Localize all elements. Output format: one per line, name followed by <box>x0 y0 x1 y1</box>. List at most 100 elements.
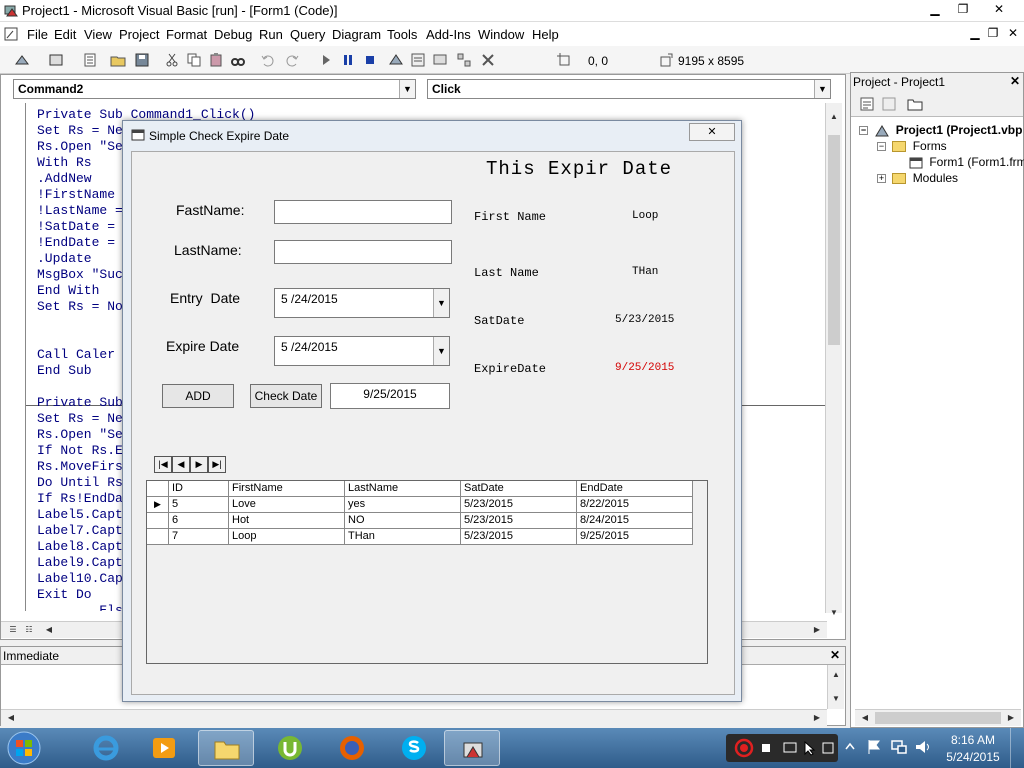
grid-cell[interactable]: Love <box>229 497 345 513</box>
next-record-icon[interactable]: ▶ <box>190 456 208 473</box>
menu-run[interactable]: Run <box>259 27 283 42</box>
object-combo[interactable]: Command2 ▼ <box>13 79 416 99</box>
menu-query[interactable]: Query <box>290 27 325 42</box>
grid-cell[interactable]: 5/23/2015 <box>461 529 577 545</box>
first-record-icon[interactable]: |◀ <box>154 456 172 473</box>
menu-help[interactable]: Help <box>532 27 559 42</box>
scroll-down-arrow-icon[interactable]: ▼ <box>826 605 842 621</box>
object-browser-icon[interactable] <box>456 52 472 68</box>
data-grid[interactable]: ID FirstName LastName SatDate EndDate ▶ … <box>146 480 708 664</box>
row-selector[interactable] <box>147 529 169 545</box>
scroll-thumb[interactable] <box>875 712 1001 724</box>
grid-cell[interactable]: Hot <box>229 513 345 529</box>
chevron-down-icon[interactable]: ▼ <box>433 289 449 317</box>
scroll-right-arrow-icon[interactable]: ▶ <box>809 622 825 638</box>
scroll-left-arrow-icon[interactable]: ◀ <box>41 622 57 638</box>
form-close-button[interactable]: ✕ <box>689 123 735 141</box>
scroll-right-arrow-icon[interactable]: ▶ <box>809 710 825 726</box>
grid-cell[interactable]: yes <box>345 497 461 513</box>
add-form-icon[interactable] <box>48 52 64 68</box>
grid-cell[interactable]: 9/25/2015 <box>577 529 693 545</box>
grid-cell[interactable]: 5 <box>169 497 229 513</box>
tree-item-project[interactable]: − Project1 (Project1.vbp <box>859 123 1022 138</box>
break-icon[interactable] <box>340 52 356 68</box>
paste-icon[interactable] <box>208 52 224 68</box>
grid-header-lastname[interactable]: LastName <box>345 481 461 497</box>
scroll-up-arrow-icon[interactable]: ▲ <box>826 109 842 125</box>
save-project-icon[interactable] <box>134 52 150 68</box>
view-object-icon[interactable] <box>881 96 897 112</box>
tree-item-form1[interactable]: Form1 (Form1.frm) <box>909 155 1024 169</box>
immediate-vertical-scrollbar[interactable]: ▲ ▼ <box>827 665 844 709</box>
expand-icon[interactable]: + <box>877 174 886 184</box>
redo-icon[interactable] <box>284 52 300 68</box>
menu-editor-icon[interactable] <box>82 52 98 68</box>
grid-header-enddate[interactable]: EndDate <box>577 481 693 497</box>
expire-date-picker[interactable]: 5 /24/2015 ▼ <box>274 336 450 366</box>
window-mode-icon[interactable] <box>820 740 836 756</box>
add-button[interactable]: ADD <box>162 384 234 408</box>
screen-icon[interactable] <box>782 740 798 756</box>
collapse-icon[interactable]: − <box>877 142 886 152</box>
chevron-down-icon[interactable]: ▼ <box>399 80 415 98</box>
menu-debug[interactable]: Debug <box>214 27 252 42</box>
toolbox-icon[interactable] <box>480 52 496 68</box>
chevron-down-icon[interactable]: ▼ <box>433 337 449 365</box>
stop-icon[interactable] <box>758 740 774 756</box>
find-icon[interactable] <box>230 52 246 68</box>
menu-view[interactable]: View <box>84 27 112 42</box>
undo-icon[interactable] <box>260 52 276 68</box>
add-project-icon[interactable] <box>14 52 30 68</box>
grid-cell[interactable]: THan <box>345 529 461 545</box>
grid-cell[interactable]: 7 <box>169 529 229 545</box>
grid-header-id[interactable]: ID <box>169 481 229 497</box>
current-row-indicator-icon[interactable]: ▶ <box>147 497 169 513</box>
scroll-up-arrow-icon[interactable]: ▲ <box>828 667 844 683</box>
tree-item-forms[interactable]: − Forms <box>877 139 947 153</box>
view-code-icon[interactable] <box>859 96 875 112</box>
grid-cell[interactable]: 6 <box>169 513 229 529</box>
cut-icon[interactable] <box>164 52 180 68</box>
mdi-close-button[interactable]: ✕ <box>1004 24 1022 44</box>
grid-cell[interactable]: 5/23/2015 <box>461 497 577 513</box>
start-button-icon[interactable] <box>4 730 44 766</box>
show-hidden-icons-icon[interactable] <box>844 740 856 754</box>
form-layout-icon[interactable] <box>432 52 448 68</box>
chevron-down-icon[interactable]: ▼ <box>814 80 830 98</box>
last-record-icon[interactable]: ▶| <box>208 456 226 473</box>
menu-diagram[interactable]: Diagram <box>332 27 381 42</box>
check-date-button[interactable]: Check Date <box>250 384 322 408</box>
scroll-left-arrow-icon[interactable]: ◀ <box>857 710 873 726</box>
network-icon[interactable] <box>890 738 908 756</box>
close-icon[interactable]: ✕ <box>827 648 843 664</box>
scroll-right-arrow-icon[interactable]: ▶ <box>1003 710 1019 726</box>
menu-format[interactable]: Format <box>166 27 207 42</box>
result-date-field[interactable]: 9/25/2015 <box>330 383 450 409</box>
volume-icon[interactable] <box>914 738 932 756</box>
menu-tools[interactable]: Tools <box>387 27 417 42</box>
procedure-combo[interactable]: Click ▼ <box>427 79 831 99</box>
taskbar-ie[interactable] <box>78 730 134 766</box>
grid-cell[interactable]: Loop <box>229 529 345 545</box>
menu-window[interactable]: Window <box>478 27 524 42</box>
grid-cell[interactable]: 8/24/2015 <box>577 513 693 529</box>
grid-cell[interactable]: 8/22/2015 <box>577 497 693 513</box>
pointer-icon[interactable] <box>802 740 818 756</box>
row-selector[interactable] <box>147 513 169 529</box>
clock-date[interactable]: 5/24/2015 <box>944 750 1002 764</box>
scroll-left-arrow-icon[interactable]: ◀ <box>3 710 19 726</box>
grid-header-satdate[interactable]: SatDate <box>461 481 577 497</box>
full-module-view-icon[interactable]: ☷ <box>21 622 37 638</box>
grid-cell[interactable]: NO <box>345 513 461 529</box>
taskbar-media-player[interactable] <box>136 730 192 766</box>
close-icon[interactable]: ✕ <box>1007 74 1023 90</box>
code-vertical-scrollbar[interactable]: ▲ ▼ <box>825 103 842 617</box>
entry-date-picker[interactable]: 5 /24/2015 ▼ <box>274 288 450 318</box>
menu-edit[interactable]: Edit <box>54 27 76 42</box>
clock-time[interactable]: 8:16 AM <box>948 733 998 747</box>
action-center-flag-icon[interactable] <box>866 738 882 756</box>
grid-cell[interactable]: 5/23/2015 <box>461 513 577 529</box>
copy-icon[interactable] <box>186 52 202 68</box>
mdi-restore-button[interactable]: ❐ <box>984 24 1002 44</box>
lastname-input[interactable] <box>274 240 452 264</box>
